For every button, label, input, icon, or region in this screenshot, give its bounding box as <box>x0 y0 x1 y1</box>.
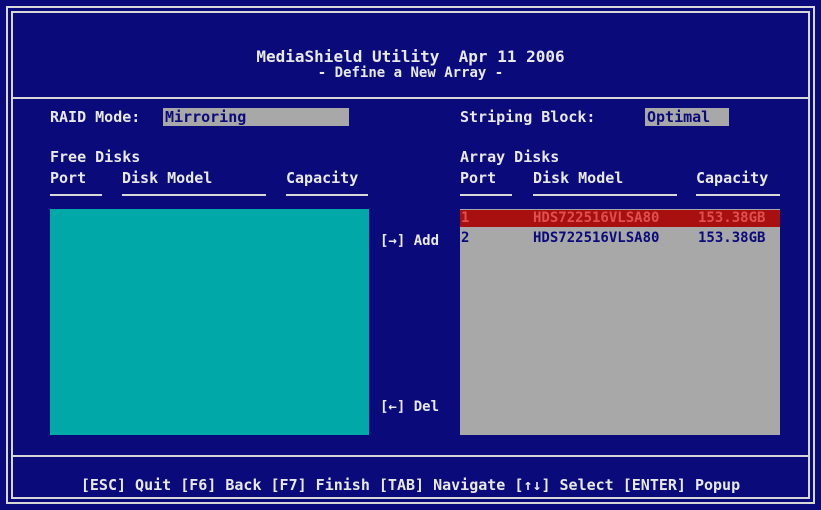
free-col-model-underline <box>122 194 266 196</box>
free-disks-list[interactable] <box>50 209 369 435</box>
array-disk-port: 1 <box>461 210 470 226</box>
array-disks-heading: Array Disks <box>460 148 560 166</box>
striping-block-field[interactable]: Optimal <box>645 108 729 126</box>
utility-title: MediaShield Utility Apr 11 2006 <box>256 47 565 66</box>
striping-block-label: Striping Block: <box>460 108 596 126</box>
array-col-port-underline <box>460 194 512 196</box>
add-disk-button[interactable]: [→] Add <box>380 232 439 250</box>
free-col-disk-model: Disk Model <box>122 169 213 187</box>
footer-divider <box>11 455 810 457</box>
array-disk-capacity: 153.38GB <box>698 230 766 246</box>
key-help-bar: [ESC] Quit [F6] Back [F7] Finish [TAB] N… <box>80 476 741 494</box>
page-subtitle: - Define a New Array - <box>317 65 504 81</box>
array-disk-row[interactable]: 2 HDS722516VLSA80 153.38GB <box>460 230 780 247</box>
header-divider <box>11 97 810 99</box>
array-col-model-underline <box>533 194 677 196</box>
array-col-capacity: Capacity <box>696 169 769 187</box>
array-col-capacity-underline <box>696 194 780 196</box>
array-disk-capacity: 153.38GB <box>698 210 766 226</box>
array-disk-row[interactable]: 1 HDS722516VLSA80 153.38GB <box>460 210 780 227</box>
free-disks-heading: Free Disks <box>50 148 141 166</box>
delete-disk-button[interactable]: [←] Del <box>380 398 439 416</box>
array-disk-port: 2 <box>461 230 470 246</box>
free-col-port-underline <box>50 194 102 196</box>
raid-mode-label: RAID Mode: <box>50 108 141 126</box>
array-disk-model: HDS722516VLSA80 <box>533 210 660 226</box>
raid-mode-field[interactable]: Mirroring <box>163 108 349 126</box>
array-col-port: Port <box>460 169 497 187</box>
array-disk-model: HDS722516VLSA80 <box>533 230 660 246</box>
free-col-capacity: Capacity <box>286 169 359 187</box>
array-col-disk-model: Disk Model <box>533 169 624 187</box>
bios-screen: MediaShield Utility Apr 11 2006 - Define… <box>0 0 821 510</box>
free-col-capacity-underline <box>286 194 368 196</box>
free-col-port: Port <box>50 169 87 187</box>
